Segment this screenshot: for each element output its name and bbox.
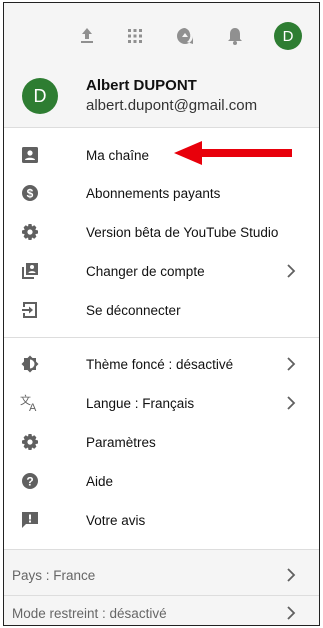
account-header: D Albert DUPONT albert.dupont@gmail.com bbox=[4, 67, 319, 128]
upload-icon[interactable] bbox=[76, 25, 98, 47]
help-icon: ? bbox=[20, 471, 40, 491]
menu-item-langue[interactable]: 文A Langue : Français bbox=[4, 384, 319, 422]
menu-item-label: Version bêta de YouTube Studio bbox=[86, 224, 279, 240]
footer-item-pays[interactable]: Pays : France bbox=[4, 556, 319, 594]
menu-item-changer-de-compte[interactable]: Changer de compte bbox=[4, 252, 319, 290]
account-avatar: D bbox=[22, 78, 58, 114]
bell-icon[interactable] bbox=[224, 25, 246, 47]
gear-icon bbox=[20, 432, 40, 452]
menu-item-aide[interactable]: ? Aide bbox=[4, 462, 319, 500]
dark-theme-icon bbox=[20, 354, 40, 374]
footer-item-label: Pays : France bbox=[12, 567, 96, 583]
menu-item-label: Ma chaîne bbox=[86, 147, 150, 163]
footer-item-mode-restreint[interactable]: Mode restreint : désactivé bbox=[4, 594, 319, 625]
top-bar: D bbox=[4, 3, 319, 67]
menu-item-label: Langue : Français bbox=[86, 395, 195, 411]
account-menu: D D Albert DUPONT albert.dupont@gmail.co… bbox=[3, 2, 320, 626]
chevron-right-icon bbox=[287, 568, 296, 582]
menu-item-label: Paramètres bbox=[86, 434, 156, 450]
avatar[interactable]: D bbox=[274, 22, 302, 50]
menu-item-label: Abonnements payants bbox=[86, 185, 221, 201]
menu-item-label: Changer de compte bbox=[86, 263, 205, 279]
chevron-right-icon bbox=[287, 606, 296, 620]
menu-item-theme-fonce[interactable]: Thème foncé : désactivé bbox=[4, 345, 319, 383]
account-name: Albert DUPONT bbox=[86, 77, 197, 94]
translate-icon: 文A bbox=[20, 393, 40, 413]
divider bbox=[4, 549, 319, 550]
svg-text:?: ? bbox=[26, 475, 33, 489]
chevron-right-icon bbox=[287, 396, 296, 410]
person-badge-icon bbox=[20, 145, 40, 165]
divider bbox=[4, 337, 319, 338]
apps-grid-icon[interactable] bbox=[124, 25, 146, 47]
menu-item-label: Thème foncé : désactivé bbox=[86, 356, 234, 372]
menu-item-votre-avis[interactable]: Votre avis bbox=[4, 501, 319, 539]
chevron-right-icon bbox=[287, 357, 296, 371]
switch-account-icon bbox=[20, 261, 40, 281]
menu-item-label: Aide bbox=[86, 473, 114, 489]
menu-item-youtube-studio-beta[interactable]: Version bêta de YouTube Studio bbox=[4, 213, 319, 251]
footer-item-label: Mode restreint : désactivé bbox=[12, 605, 167, 621]
red-arrow-annotation bbox=[174, 141, 292, 165]
menu-item-label: Votre avis bbox=[86, 512, 146, 528]
menu-item-label: Se déconnecter bbox=[86, 302, 181, 318]
menu-item-se-deconnecter[interactable]: Se déconnecter bbox=[4, 291, 319, 329]
feedback-icon bbox=[20, 510, 40, 530]
svg-text:$: $ bbox=[27, 187, 34, 201]
chevron-right-icon bbox=[287, 264, 296, 278]
messages-icon[interactable] bbox=[174, 25, 196, 47]
menu-item-abonnements-payants[interactable]: $ Abonnements payants bbox=[4, 174, 319, 212]
svg-text:A: A bbox=[29, 402, 37, 412]
footer: Pays : France Mode restreint : désactivé bbox=[4, 549, 319, 625]
dollar-icon: $ bbox=[20, 183, 40, 203]
menu-item-parametres[interactable]: Paramètres bbox=[4, 423, 319, 461]
account-email: albert.dupont@gmail.com bbox=[86, 97, 258, 114]
sign-out-icon bbox=[20, 300, 40, 320]
gear-icon bbox=[20, 222, 40, 242]
